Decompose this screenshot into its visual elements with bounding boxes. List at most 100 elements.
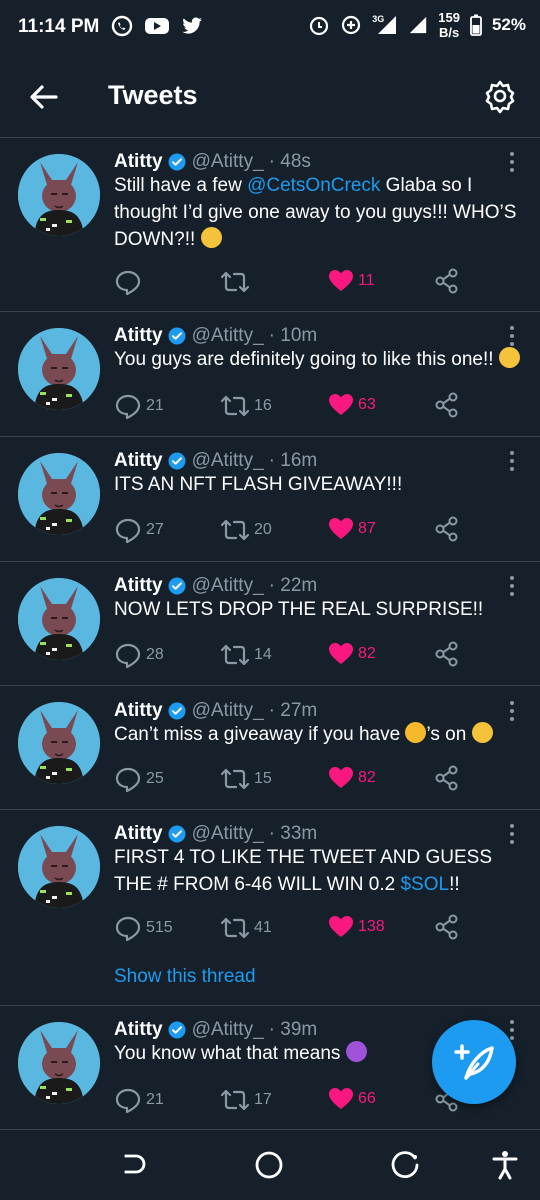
tweet-text-part: Can’t miss a giveaway if you have xyxy=(114,724,406,745)
author-handle[interactable]: @Atitty_ xyxy=(192,1019,264,1041)
assistant-icon[interactable] xyxy=(388,1148,422,1182)
accessibility-icon[interactable] xyxy=(488,1148,522,1182)
share-button[interactable] xyxy=(434,641,460,667)
avatar[interactable] xyxy=(18,578,100,660)
author-handle[interactable]: @Atitty_ xyxy=(192,575,264,597)
more-options-icon[interactable] xyxy=(506,700,518,722)
like-button[interactable]: 82 xyxy=(328,765,376,791)
avatar[interactable] xyxy=(18,826,100,908)
like-button[interactable]: 82 xyxy=(328,641,376,667)
author-name[interactable]: Atitty xyxy=(114,151,163,173)
author-name[interactable]: Atitty xyxy=(114,575,163,597)
tweet[interactable]: Atitty @Atitty_ · 10m You guys are defin… xyxy=(0,312,540,437)
reply-button[interactable]: 28 xyxy=(114,641,164,669)
like-count: 138 xyxy=(358,918,385,935)
author-name[interactable]: Atitty xyxy=(114,325,163,347)
heart-icon xyxy=(329,394,353,415)
tweet-text-body: NOW LETS DROP THE REAL SURPRISE!! xyxy=(114,599,484,620)
home-circle-icon[interactable] xyxy=(252,1148,286,1182)
tweet-text-part: Still have a few xyxy=(114,175,248,196)
reply-button[interactable]: 515 xyxy=(114,914,173,942)
retweet-button[interactable]: 16 xyxy=(220,392,272,420)
tweet-time: · 10m xyxy=(268,325,318,346)
avatar[interactable] xyxy=(18,453,100,535)
tweet[interactable]: Atitty @Atitty_ · 16m ITS AN NFT FLASH G… xyxy=(0,437,540,562)
tweet-text: ITS AN NFT FLASH GIVEAWAY!!! xyxy=(114,471,526,498)
more-options-icon[interactable] xyxy=(506,450,518,472)
sunglasses-emoji-icon xyxy=(200,227,222,248)
tweet[interactable]: Atitty @Atitty_ · 33m FIRST 4 TO LIKE TH… xyxy=(0,810,540,1006)
tweet-header: Atitty @Atitty_ · 39m xyxy=(114,1019,317,1041)
cat-avatar-icon xyxy=(18,154,100,236)
author-name[interactable]: Atitty xyxy=(114,450,163,472)
like-button[interactable]: 11 xyxy=(328,268,375,294)
share-icon xyxy=(435,516,458,542)
author-name[interactable]: Atitty xyxy=(114,1019,163,1041)
tweet-header: Atitty @Atitty_ · 27m xyxy=(114,700,317,722)
retweet-button[interactable]: 17 xyxy=(220,1086,272,1114)
like-button[interactable]: 63 xyxy=(328,392,376,418)
more-options-icon[interactable] xyxy=(506,823,518,845)
author-handle[interactable]: @Atitty_ xyxy=(192,823,264,845)
compose-tweet-button[interactable] xyxy=(432,1020,516,1104)
share-button[interactable] xyxy=(434,516,460,542)
bell-emoji-icon xyxy=(405,722,427,743)
share-button[interactable] xyxy=(434,392,460,418)
tweet-time: · 27m xyxy=(268,700,318,721)
like-button[interactable]: 87 xyxy=(328,516,376,542)
tweet[interactable]: Atitty @Atitty_ · 48s Still have a few @… xyxy=(0,138,540,312)
verified-badge-icon xyxy=(168,153,186,171)
author-handle[interactable]: @Atitty_ xyxy=(192,325,264,347)
like-count: 63 xyxy=(358,396,376,413)
tweet[interactable]: Atitty @Atitty_ · 22m NOW LETS DROP THE … xyxy=(0,562,540,686)
retweet-button[interactable]: 41 xyxy=(220,914,272,942)
author-name[interactable]: Atitty xyxy=(114,700,163,722)
reply-button[interactable]: 21 xyxy=(114,1086,164,1114)
retweet-count: 41 xyxy=(254,919,272,936)
retweet-button[interactable] xyxy=(220,268,254,296)
heart-icon xyxy=(329,518,353,539)
reply-button[interactable]: 27 xyxy=(114,516,164,544)
reply-count: 25 xyxy=(146,770,164,787)
author-handle[interactable]: @Atitty_ xyxy=(192,151,264,173)
retweet-button[interactable]: 14 xyxy=(220,641,272,669)
avatar[interactable] xyxy=(18,702,100,784)
reply-button[interactable] xyxy=(114,268,146,296)
share-button[interactable] xyxy=(434,765,460,791)
tweet-time: · 16m xyxy=(268,450,318,471)
tweet-actions: 25 15 82 xyxy=(114,765,514,793)
share-button[interactable] xyxy=(434,268,460,294)
heart-icon xyxy=(329,643,353,664)
mention-link[interactable]: @CetsOnCreck xyxy=(247,175,380,196)
more-options-icon[interactable] xyxy=(506,151,518,173)
retweet-count: 15 xyxy=(254,770,272,787)
avatar[interactable] xyxy=(18,1022,100,1104)
reply-button[interactable]: 25 xyxy=(114,765,164,793)
tweet-text-body: ITS AN NFT FLASH GIVEAWAY!!! xyxy=(114,474,403,495)
tweet-time: · 48s xyxy=(268,151,311,172)
more-options-icon[interactable] xyxy=(506,325,518,347)
tweet[interactable]: Atitty @Atitty_ · 27m Can’t miss a givea… xyxy=(0,686,540,810)
back-arrow-icon[interactable] xyxy=(26,80,60,114)
status-bar: 11:14 PM 3G 159 B/s 52% xyxy=(0,0,540,56)
reply-button[interactable]: 21 xyxy=(114,392,164,420)
author-name[interactable]: Atitty xyxy=(114,823,163,845)
author-handle[interactable]: @Atitty_ xyxy=(192,450,264,472)
like-button[interactable]: 138 xyxy=(328,914,385,940)
like-button[interactable]: 66 xyxy=(328,1086,376,1112)
tweet-text: You guys are definitely going to like th… xyxy=(114,346,526,373)
heart-icon xyxy=(329,270,353,291)
retweet-button[interactable]: 20 xyxy=(220,516,272,544)
retweet-button[interactable]: 15 xyxy=(220,765,272,793)
recent-apps-icon[interactable] xyxy=(116,1148,150,1182)
gear-icon[interactable] xyxy=(482,78,518,114)
author-handle[interactable]: @Atitty_ xyxy=(192,700,264,722)
more-options-icon[interactable] xyxy=(506,575,518,597)
signal-icon xyxy=(410,16,427,34)
share-button[interactable] xyxy=(434,914,460,940)
avatar[interactable] xyxy=(18,328,100,410)
reply-icon xyxy=(115,1088,141,1114)
show-thread-link[interactable]: Show this thread xyxy=(114,966,256,988)
avatar[interactable] xyxy=(18,154,100,236)
cashtag-link[interactable]: $SOL xyxy=(400,874,449,895)
